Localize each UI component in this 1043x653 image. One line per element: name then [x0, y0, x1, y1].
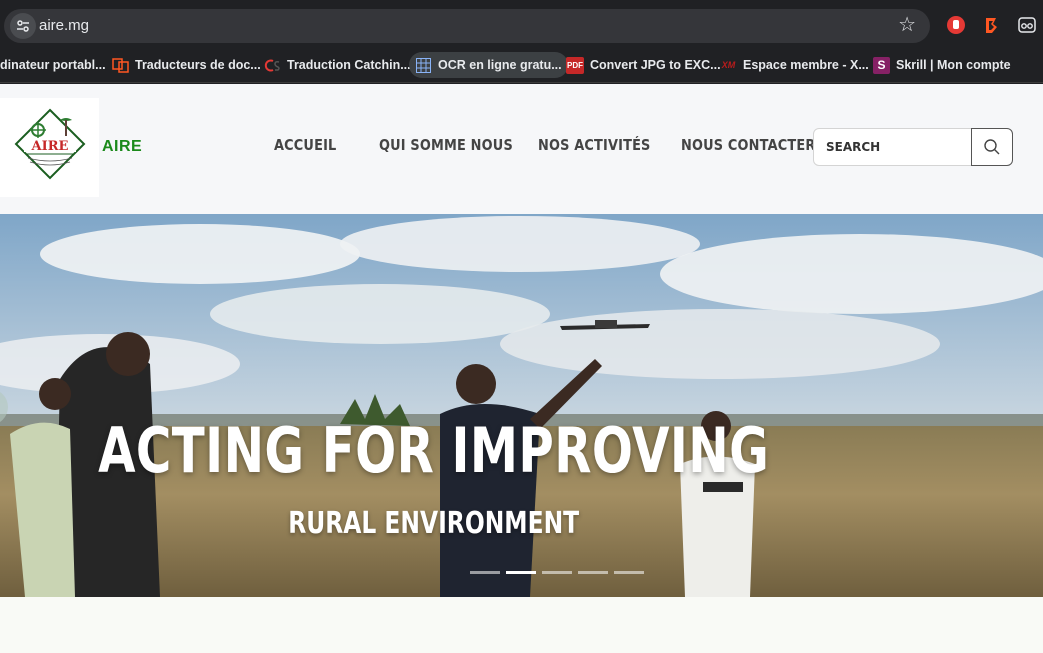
- xm-icon: XM: [721, 60, 736, 70]
- extension-hand-icon[interactable]: [945, 14, 967, 36]
- nav-accueil[interactable]: ACCUEIL: [274, 136, 336, 154]
- bookmark-item[interactable]: S Skrill | Mon compte: [873, 52, 1011, 78]
- slider-indicators: [470, 571, 644, 574]
- hero-title: ACTING FOR IMPROVING: [98, 414, 770, 487]
- pdf-icon: PDF: [566, 56, 584, 74]
- site-header: AIRE AIRE ACCUEIL QUI SOMME NOUS NOS ACT…: [0, 84, 1043, 214]
- hero-slider[interactable]: ACTING FOR IMPROVING RURAL ENVIRONMENT: [0, 214, 1043, 597]
- bookmark-item[interactable]: Traducteurs de doc...: [112, 52, 261, 78]
- cs-icon: [264, 57, 281, 74]
- brand-name[interactable]: AIRE: [102, 138, 142, 156]
- bookmark-item[interactable]: dinateur portabl...: [0, 52, 106, 78]
- bookmark-label: dinateur portabl...: [0, 58, 106, 72]
- hero-subtitle: RURAL ENVIRONMENT: [288, 506, 580, 541]
- bookmark-label: Traduction Catchin...: [287, 58, 411, 72]
- grid-icon: [415, 57, 432, 74]
- nav-nous-contacter[interactable]: NOUS CONTACTER: [681, 136, 815, 154]
- site-info-icon[interactable]: [10, 13, 36, 39]
- extension-b-icon[interactable]: [981, 14, 1003, 36]
- search-icon: [984, 139, 1000, 155]
- slider-dot[interactable]: [470, 571, 500, 574]
- bookmark-label: Traducteurs de doc...: [135, 58, 261, 72]
- extension-glasses-icon[interactable]: [1016, 14, 1038, 36]
- slider-dot[interactable]: [542, 571, 572, 574]
- bookmark-star-icon[interactable]: ☆: [898, 14, 916, 36]
- skrill-icon: S: [873, 56, 890, 74]
- web-page: AIRE AIRE ACCUEIL QUI SOMME NOUS NOS ACT…: [0, 84, 1043, 653]
- url-text[interactable]: aire.mg: [39, 17, 89, 34]
- bookmark-item[interactable]: PDF Convert JPG to EXC...: [566, 52, 721, 78]
- bookmark-label: OCR en ligne gratu...: [438, 58, 562, 72]
- address-bar[interactable]: aire.mg ☆: [4, 9, 930, 43]
- bookmark-item[interactable]: OCR en ligne gratu...: [409, 52, 568, 78]
- bookmark-item[interactable]: Traduction Catchin...: [264, 52, 411, 78]
- bookmarks-bar: dinateur portabl... Traducteurs de doc..…: [0, 48, 1043, 83]
- bookmark-label: Espace membre - X...: [743, 58, 869, 72]
- logo-text: AIRE: [31, 139, 69, 154]
- bookmark-label: Skrill | Mon compte: [896, 58, 1011, 72]
- slider-dot[interactable]: [614, 571, 644, 574]
- site-logo[interactable]: AIRE: [0, 98, 99, 197]
- bookmark-item[interactable]: XM Espace membre - X...: [720, 52, 869, 78]
- bookmark-label: Convert JPG to EXC...: [590, 58, 721, 72]
- search-button[interactable]: [971, 128, 1013, 166]
- nav-qui-somme-nous[interactable]: QUI SOMME NOUS: [379, 136, 513, 154]
- translate-icon: [112, 57, 129, 74]
- browser-toolbar: aire.mg ☆: [0, 0, 1043, 48]
- slider-dot[interactable]: [578, 571, 608, 574]
- slider-dot-active[interactable]: [506, 571, 536, 574]
- nav-nos-activites[interactable]: NOS ACTIVITÉS: [538, 136, 651, 154]
- search-input[interactable]: [813, 128, 972, 166]
